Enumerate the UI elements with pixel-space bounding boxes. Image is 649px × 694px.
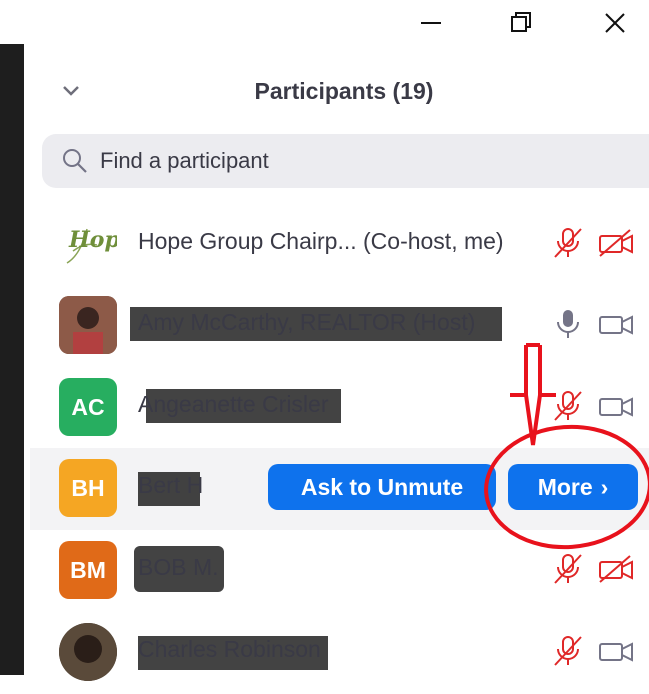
- participant-name: Amy McCarthy, REALTOR (Host): [138, 309, 476, 335]
- minimize-icon: [421, 22, 441, 24]
- panel-title: Participants (19): [254, 78, 434, 104]
- chevron-right-icon: ›: [600, 473, 609, 500]
- avatar: BM: [59, 541, 117, 599]
- svg-text:Hope: Hope: [68, 227, 117, 253]
- avatar: AC: [59, 378, 117, 436]
- muted-mic-icon[interactable]: [549, 387, 587, 425]
- more-label: More: [537, 473, 593, 500]
- participant-name: Bert H: [138, 472, 204, 498]
- avatar: Hope: [59, 215, 117, 273]
- participant-name: BOB M.: [138, 554, 219, 580]
- video-icon[interactable]: [597, 305, 635, 343]
- participant-row[interactable]: BH Bert H Ask to Unmute More ›: [30, 448, 649, 530]
- participant-row[interactable]: AC Angeanette Crisler: [30, 367, 649, 449]
- participant-name: Charles Robinson: [138, 636, 321, 662]
- video-off-icon[interactable]: [597, 224, 635, 262]
- search-box[interactable]: [42, 134, 649, 188]
- collapse-button[interactable]: [56, 78, 86, 104]
- restore-icon: [511, 12, 531, 32]
- ask-to-unmute-button[interactable]: Ask to Unmute: [268, 464, 496, 510]
- participant-row[interactable]: Charles Robinson: [30, 612, 649, 694]
- video-icon[interactable]: [597, 387, 635, 425]
- close-button[interactable]: [592, 4, 638, 42]
- avatar: [59, 296, 117, 354]
- mic-icon[interactable]: [549, 305, 587, 343]
- search-icon: [63, 149, 87, 173]
- video-off-icon[interactable]: [597, 550, 635, 588]
- close-icon: [605, 13, 625, 33]
- participant-name: Hope Group Chairp... (Co-host, me): [138, 228, 504, 254]
- search-input[interactable]: [98, 147, 582, 175]
- muted-mic-icon[interactable]: [549, 550, 587, 588]
- restore-button[interactable]: [498, 4, 544, 42]
- left-edge-bar: [0, 44, 24, 675]
- hope-logo-icon: Hope: [66, 227, 117, 264]
- participant-name: Angeanette Crisler: [138, 391, 329, 417]
- minimize-button[interactable]: [408, 4, 454, 42]
- more-button[interactable]: More ›: [508, 464, 638, 510]
- muted-mic-icon[interactable]: [549, 224, 587, 262]
- participant-row[interactable]: Amy McCarthy, REALTOR (Host): [30, 285, 649, 367]
- participant-row[interactable]: Hope Hope Group Chairp... (Co-host, me): [30, 204, 649, 286]
- chevron-down-icon: [63, 86, 79, 96]
- participant-row[interactable]: BM BOB M.: [30, 530, 649, 612]
- video-icon[interactable]: [597, 632, 635, 670]
- avatar: BH: [59, 459, 117, 517]
- avatar: [59, 623, 117, 681]
- muted-mic-icon[interactable]: [549, 632, 587, 670]
